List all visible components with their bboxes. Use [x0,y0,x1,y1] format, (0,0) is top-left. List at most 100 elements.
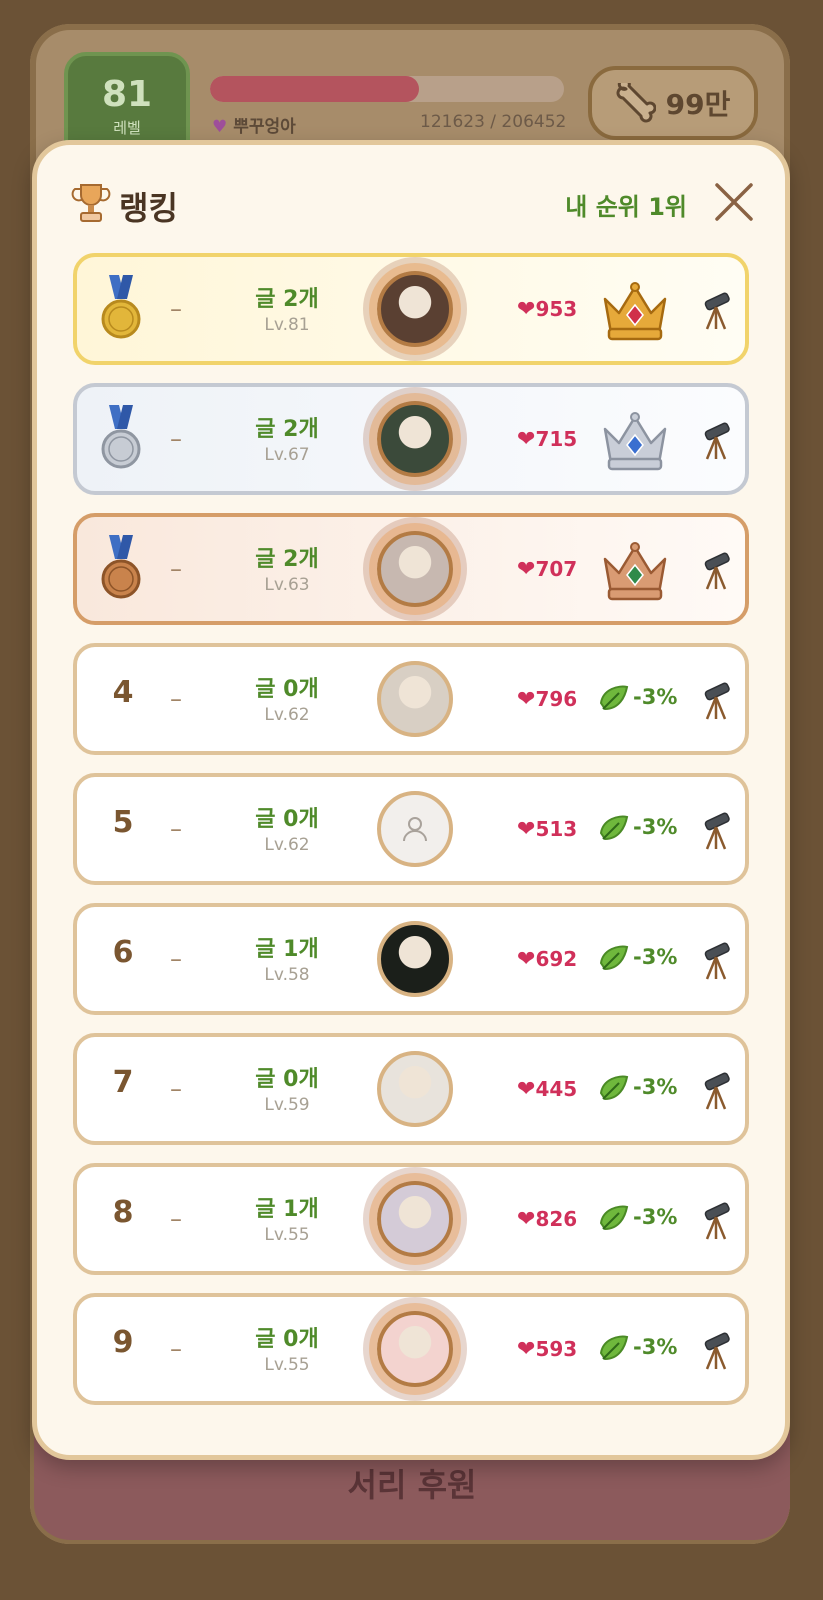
change-percent: -3% [633,685,678,709]
change-percent: -3% [633,945,678,969]
telescope-icon[interactable] [699,291,733,331]
heart-value: 826 [535,1207,578,1231]
avatar[interactable] [377,401,453,477]
rank-number: 9 [112,1325,134,1360]
close-icon[interactable] [711,179,757,225]
user-level: Lv.59 [264,1095,310,1115]
avatar[interactable] [377,1181,453,1257]
heart-icon: ❤ [517,687,536,712]
leaf-icon [599,945,629,971]
user-level: Lv.67 [264,445,310,465]
ranking-row[interactable]: 9 – 글 0개 Lv.55 ❤593 -3% [73,1293,749,1405]
heart-count: ❤826 [517,1207,577,1232]
user-level: Lv.58 [264,965,310,985]
avatar[interactable] [377,791,453,867]
ranking-row[interactable]: – 글 2개 Lv.81 ❤953 [73,253,749,365]
rank-number: 4 [112,675,134,710]
avatar[interactable] [377,531,453,607]
post-count: 글 0개 [255,807,319,832]
rank-number: 6 [112,935,134,970]
rank-change: – [170,295,182,323]
telescope-icon[interactable] [699,551,733,591]
my-rank-label: 내 순위 1위 [565,193,687,221]
avatar[interactable] [377,1051,453,1127]
user-level: Lv.62 [264,705,310,725]
heart-icon: ❤ [517,557,536,582]
user-level: Lv.62 [264,835,310,855]
telescope-icon[interactable] [699,1071,733,1111]
post-count: 글 1개 [255,937,319,962]
change-percent: -3% [633,1205,678,1229]
xp-text: 121623 / 206452 [420,112,567,132]
heart-value: 445 [535,1077,578,1101]
rank-number: 7 [112,1065,134,1100]
heart-icon: ❤ [517,1207,536,1232]
heart-count: ❤715 [517,427,577,452]
avatar[interactable] [377,921,453,997]
bones-button[interactable]: 99만 [588,66,758,140]
username: 뿌꾸엉아 [233,117,296,137]
rank-change: – [170,1075,182,1103]
leaf-icon [599,1205,629,1231]
ranking-row[interactable]: – 글 2개 Lv.67 ❤715 [73,383,749,495]
user-level: Lv.81 [264,315,310,335]
ranking-row[interactable]: 4 – 글 0개 Lv.62 ❤796 -3% [73,643,749,755]
heart-icon: ❤ [517,297,536,322]
heart-icon: ❤ [517,817,536,842]
heart-icon: ❤ [517,427,536,452]
heart-value: 692 [535,947,578,971]
post-count: 글 1개 [255,1197,319,1222]
heart-count: ❤445 [517,1077,577,1102]
heart-value: 707 [535,557,578,581]
silver-medal-icon [101,405,141,469]
ranking-row[interactable]: 8 – 글 1개 Lv.55 ❤826 -3% [73,1163,749,1275]
rank-change: – [170,1335,182,1363]
gold-medal-icon [101,275,141,339]
rank-change: – [170,945,182,973]
telescope-icon[interactable] [699,1201,733,1241]
rank-change: – [170,1205,182,1233]
ranking-row[interactable]: – 글 2개 Lv.63 ❤707 [73,513,749,625]
heart-count: ❤707 [517,557,577,582]
heart-icon: ♥ [212,117,228,137]
telescope-icon[interactable] [699,941,733,981]
heart-count: ❤953 [517,297,577,322]
user-level: Lv.55 [264,1225,310,1245]
crown-icon [603,412,667,471]
modal-title: 랭킹 [119,189,178,227]
trophy-icon [71,184,111,222]
rank-change: – [170,425,182,453]
telescope-icon[interactable] [699,811,733,851]
change-percent: -3% [633,1075,678,1099]
heart-count: ❤593 [517,1337,577,1362]
leaf-icon [599,1335,629,1361]
heart-count: ❤796 [517,687,577,712]
level-value: 81 [101,74,153,115]
post-count: 글 0개 [255,677,319,702]
avatar[interactable] [377,271,453,347]
ranking-row[interactable]: 6 – 글 1개 Lv.58 ❤692 -3% [73,903,749,1015]
crown-icon [603,282,667,341]
ranking-list: – 글 2개 Lv.81 ❤953 – 글 2개 Lv.67 ❤715 – 글 … [73,253,749,1423]
xp-bar-fill [210,76,419,102]
username-row: ♥ 뿌꾸엉아 [212,112,296,137]
telescope-icon[interactable] [699,681,733,721]
post-count: 글 2개 [255,417,319,442]
avatar[interactable] [377,1311,453,1387]
change-percent: -3% [633,815,678,839]
heart-count: ❤692 [517,947,577,972]
leaf-icon [599,1075,629,1101]
leaf-icon [599,815,629,841]
ranking-row[interactable]: 5 – 글 0개 Lv.62 ❤513 -3% [73,773,749,885]
telescope-icon[interactable] [699,1331,733,1371]
heart-value: 953 [535,297,578,321]
rank-change: – [170,685,182,713]
modal-header: 랭킹 내 순위 1위 [37,145,785,245]
change-percent: -3% [633,1335,678,1359]
telescope-icon[interactable] [699,421,733,461]
ranking-modal: 랭킹 내 순위 1위 – 글 2개 Lv.81 ❤953 – 글 2개 Lv.6… [32,140,790,1460]
user-level: Lv.55 [264,1355,310,1375]
ranking-row[interactable]: 7 – 글 0개 Lv.59 ❤445 -3% [73,1033,749,1145]
avatar[interactable] [377,661,453,737]
bronze-medal-icon [101,535,141,599]
